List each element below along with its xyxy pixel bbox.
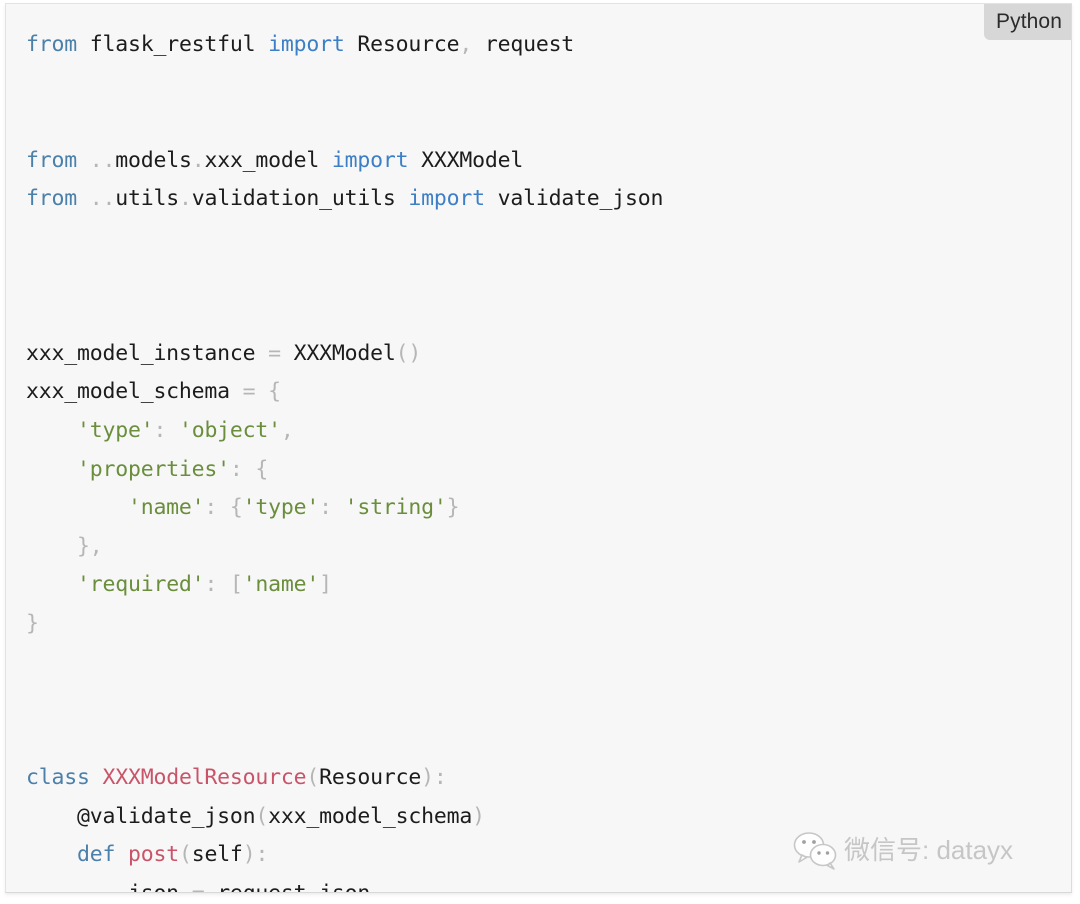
- paren-close: ): [242, 842, 256, 868]
- paren-close: ): [472, 803, 485, 829]
- bracket-close: ]: [319, 572, 332, 598]
- colon: :: [319, 495, 332, 521]
- keyword-import: import: [408, 186, 485, 212]
- colon: :: [255, 842, 269, 868]
- colon: :: [204, 572, 218, 598]
- colon: :: [153, 417, 167, 443]
- module-name: flask_restful: [89, 32, 256, 57]
- base-class-name: Resource: [319, 765, 422, 791]
- paren-open: (: [178, 842, 192, 868]
- brace-open: {: [268, 379, 281, 405]
- code-line: 'required': ['name']: [26, 566, 1071, 605]
- variable-name: json: [128, 881, 179, 892]
- dict-key: 'name': [127, 495, 205, 521]
- dict-value: 'object': [178, 417, 281, 443]
- module-name: xxx_model: [204, 147, 320, 173]
- brace-close: }: [26, 610, 39, 636]
- dict-key: 'type': [76, 417, 154, 443]
- imported-name: validate_json: [497, 186, 664, 212]
- assign-operator: =: [268, 340, 281, 366]
- dict-key: 'properties': [76, 456, 230, 482]
- screenshot-root: Python from flask_restful import Resourc…: [0, 0, 1080, 904]
- paren-close: ): [421, 765, 434, 791]
- brace-close: },: [76, 533, 103, 559]
- imported-name: XXXModel: [421, 147, 524, 173]
- code-line: from ..utils.validation_utils import val…: [26, 180, 1071, 219]
- call-name: XXXModel: [293, 340, 396, 366]
- code-line: json = request.json: [26, 875, 1071, 892]
- keyword-from: from: [26, 32, 77, 57]
- variable-name: xxx_model_instance: [26, 340, 256, 366]
- relative-dots: ..: [89, 147, 116, 173]
- keyword-from: from: [26, 147, 77, 173]
- parameter-name: self: [191, 842, 243, 868]
- brace-open: {: [229, 495, 243, 521]
- variable-name: xxx_model_schema: [26, 379, 230, 405]
- code-line: @validate_json(xxx_model_schema): [26, 798, 1071, 837]
- code-line: from flask_restful import Resource, requ…: [26, 26, 1071, 65]
- dict-key: 'required': [76, 572, 205, 598]
- function-name: post: [127, 842, 179, 868]
- code-line: from ..models.xxx_model import XXXModel: [26, 142, 1071, 181]
- keyword-from: from: [26, 186, 77, 212]
- dot: .: [178, 186, 192, 212]
- class-name: XXXModelResource: [102, 765, 307, 791]
- dict-value: 'string': [344, 495, 447, 521]
- comma: ,: [459, 32, 473, 57]
- keyword-class: class: [26, 765, 90, 791]
- attribute-name: json: [319, 881, 370, 892]
- brace-close: }: [446, 495, 460, 521]
- code-line: xxx_model_schema = {: [26, 373, 1071, 412]
- code-line: }: [26, 605, 1071, 644]
- colon: :: [229, 456, 243, 482]
- code-line: class XXXModelResource(Resource):: [26, 759, 1071, 798]
- package-name: models: [115, 147, 192, 173]
- object-name: request: [217, 881, 306, 892]
- dict-key: 'type': [242, 495, 320, 521]
- keyword-def: def: [76, 842, 116, 868]
- parentheses: (): [395, 340, 422, 366]
- colon: :: [433, 765, 447, 791]
- module-name: validation_utils: [191, 186, 396, 212]
- dot: .: [306, 881, 319, 892]
- package-name: utils: [115, 186, 179, 212]
- code-line: xxx_model_instance = XXXModel(): [26, 335, 1071, 374]
- paren-open: (: [306, 765, 320, 791]
- code-line: },: [26, 528, 1071, 567]
- comma: ,: [280, 417, 294, 443]
- code-line: 'type': 'object',: [26, 412, 1071, 451]
- bracket-open: [: [229, 572, 243, 598]
- assign-operator: =: [192, 881, 205, 892]
- colon: :: [204, 495, 218, 521]
- decorator-name: @validate_json: [76, 803, 256, 829]
- code-block-card: Python from flask_restful import Resourc…: [5, 3, 1072, 893]
- assign-operator: =: [242, 379, 256, 405]
- dot: .: [191, 147, 205, 173]
- list-item-value: 'name': [242, 572, 320, 598]
- code-content[interactable]: from flask_restful import Resource, requ…: [6, 4, 1071, 892]
- code-line: def post(self):: [26, 836, 1071, 875]
- language-badge: Python: [984, 4, 1071, 40]
- brace-open: {: [255, 456, 269, 482]
- decorator-argument: xxx_model_schema: [268, 803, 473, 829]
- paren-open: (: [255, 803, 269, 829]
- relative-dots: ..: [89, 186, 116, 212]
- imported-name: Resource: [357, 32, 460, 57]
- imported-name: request: [484, 32, 575, 57]
- code-line: 'properties': {: [26, 451, 1071, 490]
- keyword-import: import: [268, 32, 345, 57]
- code-listing[interactable]: from flask_restful import Resource, requ…: [26, 26, 1071, 892]
- keyword-import: import: [331, 147, 409, 173]
- code-line: 'name': {'type': 'string'}: [26, 489, 1071, 528]
